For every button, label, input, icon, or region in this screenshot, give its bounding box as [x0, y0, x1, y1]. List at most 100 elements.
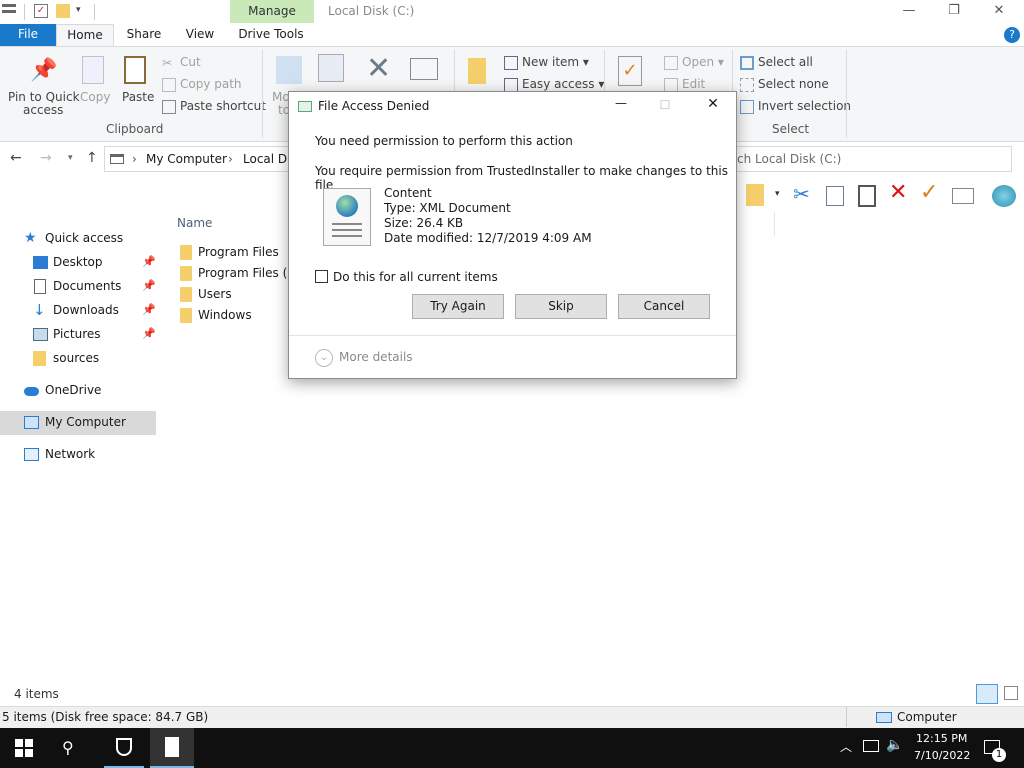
search-input[interactable]: ch Local Disk (C:) [736, 146, 1012, 172]
recent-locations-chevron-icon[interactable]: ▾ [68, 153, 73, 163]
move-to-icon[interactable] [276, 56, 302, 84]
pin-icon[interactable]: 📌 [142, 251, 156, 273]
paste-icon[interactable] [124, 56, 146, 84]
scissors-icon[interactable]: ✂ [793, 182, 810, 206]
skip-button[interactable]: Skip [515, 294, 607, 319]
delete-icon[interactable]: ✕ [889, 180, 907, 205]
copy-icon[interactable] [82, 56, 104, 84]
rename-icon[interactable] [952, 188, 974, 204]
tab-home[interactable]: Home [56, 24, 114, 47]
pin-icon[interactable]: 📌 [30, 58, 57, 83]
cancel-button[interactable]: Cancel [618, 294, 710, 319]
column-header-name[interactable]: Name [177, 216, 212, 230]
checkmark-icon[interactable]: ✓ [920, 180, 938, 205]
explorer-icon[interactable] [2, 4, 16, 18]
maximize-button[interactable]: ❐ [931, 0, 977, 24]
nav-desktop[interactable]: Desktop 📌 [0, 251, 156, 275]
copy-path-button[interactable]: Copy path [162, 77, 242, 92]
note-icon[interactable] [746, 184, 764, 206]
invert-selection-button[interactable]: Invert selection [740, 99, 851, 114]
dialog-minimize-button[interactable]: — [611, 96, 631, 114]
new-folder-icon[interactable] [468, 58, 486, 84]
nav-pictures[interactable]: Pictures 📌 [0, 323, 156, 347]
nav-sources[interactable]: sources [0, 347, 156, 371]
try-again-button[interactable]: Try Again [412, 294, 504, 319]
copy-button[interactable]: Copy [80, 90, 110, 104]
clock-time[interactable]: 12:15 PM [916, 732, 967, 745]
windows-start-icon[interactable] [15, 739, 33, 757]
tab-drive-tools[interactable]: Drive Tools [232, 24, 310, 46]
rename-icon[interactable] [410, 58, 438, 80]
search-icon[interactable]: ⚲ [62, 738, 74, 757]
chevron-down-icon[interactable]: ⌄ [315, 349, 333, 367]
nav-label: sources [53, 351, 100, 365]
pin-to-quick-access-label-2[interactable]: access [23, 103, 63, 117]
tab-manage[interactable]: Manage [230, 0, 314, 23]
do-for-all-label[interactable]: Do this for all current items [333, 270, 498, 284]
open-button[interactable]: Open ▾ [664, 55, 724, 70]
breadcrumb-local-disk[interactable]: Local Disk [243, 152, 289, 166]
properties-icon[interactable]: ✓ [618, 56, 642, 86]
delete-icon[interactable]: ✕ [366, 52, 391, 86]
copy-to-icon[interactable] [318, 54, 344, 82]
up-arrow-icon[interactable]: ↑ [86, 150, 98, 166]
breadcrumb-my-computer[interactable]: My Computer [146, 152, 227, 166]
back-arrow-icon[interactable]: ← [10, 150, 22, 166]
text-line [332, 223, 362, 225]
pin-icon[interactable]: 📌 [142, 323, 156, 345]
properties-icon[interactable]: ✓ [34, 4, 48, 18]
notification-badge: 1 [992, 748, 1006, 762]
edit-button[interactable]: Edit [664, 77, 705, 92]
breadcrumb-chevron-icon[interactable]: › [132, 152, 137, 166]
cut-button[interactable]: ✂ Cut [162, 55, 201, 70]
file-name: Content [384, 186, 432, 200]
breadcrumb-chevron-icon[interactable]: › [228, 152, 233, 166]
nav-my-computer[interactable]: My Computer [0, 411, 156, 435]
nav-documents[interactable]: Documents 📌 [0, 275, 156, 299]
new-item-button[interactable]: New item ▾ [504, 55, 589, 70]
dialog-title: File Access Denied [318, 99, 430, 113]
forward-arrow-icon[interactable]: → [40, 150, 52, 166]
security-app-button[interactable] [104, 728, 144, 768]
new-folder-icon[interactable] [56, 4, 70, 18]
chevron-down-icon[interactable]: ▾ [775, 189, 780, 199]
easy-access-button[interactable]: Easy access ▾ [504, 77, 604, 92]
paste-button[interactable]: Paste [122, 90, 154, 104]
tab-share[interactable]: Share [120, 24, 168, 46]
speaker-icon[interactable]: 🔈 [886, 737, 903, 753]
chevron-up-icon[interactable]: ︿ [840, 738, 852, 755]
nav-onedrive[interactable]: OneDrive [0, 379, 156, 403]
nav-quick-access[interactable]: ★ Quick access [0, 227, 156, 251]
clipboard-icon[interactable] [858, 185, 876, 207]
details-view-icon[interactable] [976, 684, 998, 704]
easy-access-label: Easy access [522, 77, 595, 91]
tab-view[interactable]: View [176, 24, 224, 46]
select-none-button[interactable]: Select none [740, 77, 829, 92]
paste-shortcut-button[interactable]: Paste shortcut [162, 99, 266, 114]
minimize-button[interactable]: — [886, 0, 932, 24]
dialog-close-button[interactable]: ✕ [701, 96, 725, 116]
file-explorer-taskbar-button[interactable] [150, 728, 194, 768]
copy-icon[interactable] [826, 186, 844, 206]
column-divider[interactable] [774, 212, 775, 236]
file-move-icon [298, 101, 312, 112]
clock-date[interactable]: 7/10/2022 [914, 749, 970, 762]
close-button[interactable]: ✕ [976, 0, 1022, 24]
nav-downloads[interactable]: ↓ Downloads 📌 [0, 299, 156, 323]
network-icon[interactable] [863, 740, 879, 752]
large-icons-view-icon[interactable] [1004, 686, 1018, 700]
nav-network[interactable]: Network [0, 443, 156, 467]
pin-icon[interactable]: 📌 [142, 275, 156, 297]
more-details-link[interactable]: More details [339, 350, 413, 364]
select-all-button[interactable]: Select all [740, 55, 813, 70]
folder-icon [33, 351, 46, 366]
customize-toolbar-icon[interactable]: ▾ [76, 5, 81, 15]
xml-document-icon [323, 188, 371, 246]
tab-file[interactable]: File [0, 24, 56, 46]
globe-icon[interactable] [992, 185, 1016, 207]
help-icon[interactable]: ? [1004, 27, 1020, 43]
pin-icon[interactable]: 📌 [142, 299, 156, 321]
dialog-maximize-button[interactable]: ☐ [655, 98, 675, 116]
do-for-all-checkbox[interactable] [315, 270, 328, 283]
pin-to-quick-access-label[interactable]: Pin to Quick [8, 90, 80, 104]
